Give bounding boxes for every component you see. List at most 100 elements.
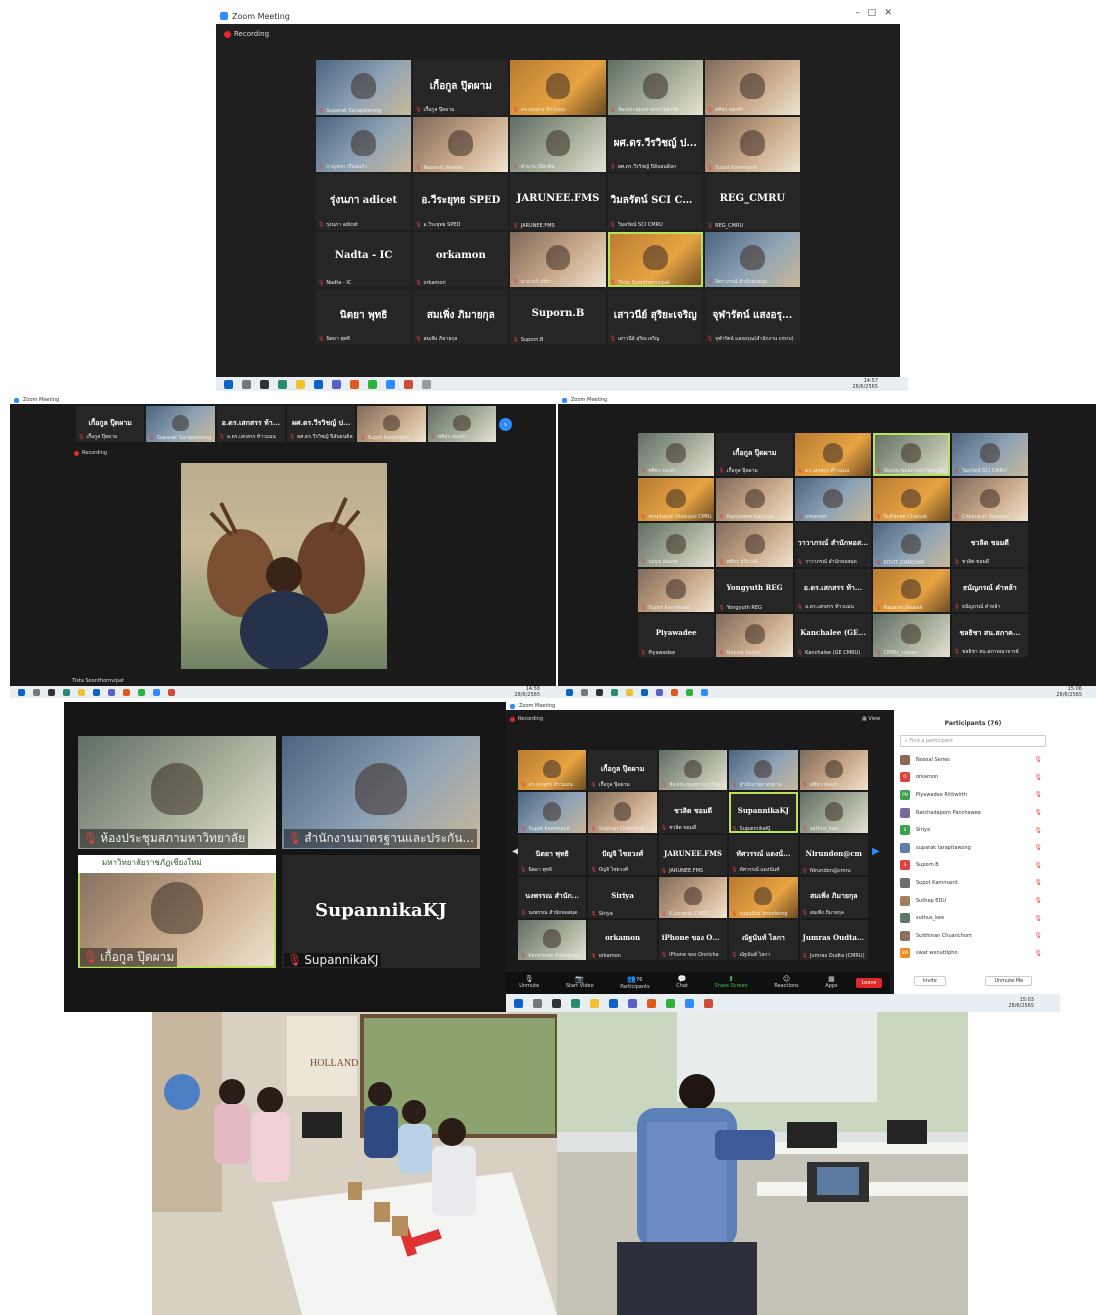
participant-tile[interactable]: 🎙 Kanthinee Ruengsak [518, 919, 587, 960]
participant-tile[interactable]: 🎙 Kanyawee Kalasuk [716, 478, 793, 522]
search-icon[interactable] [581, 688, 588, 696]
windows-start-icon[interactable] [566, 688, 573, 696]
search-icon[interactable] [533, 998, 542, 1008]
office-icon[interactable] [350, 379, 359, 389]
participant-tile[interactable]: เกื้อกูล ปุ๊ดผาม 🎙 เกื้อกูล ปุ๊ดผาม [413, 60, 509, 116]
participant-tile[interactable]: orkamon 🎙 orkamon [588, 919, 657, 960]
participant-tile[interactable]: 🎙 ดร.เสกสรร ท้าวแมน [794, 433, 872, 477]
mail-icon[interactable] [609, 998, 618, 1008]
teams-icon[interactable] [332, 379, 341, 389]
participant-tile[interactable]: 🎙 ห้องประชุมสภามหาวิทยาลัย [873, 433, 950, 477]
participant-tile[interactable]: 🎙 CMRU_sriwan [873, 613, 950, 657]
participant-tile[interactable]: 🎙 Supot Kammanit [704, 117, 800, 173]
edge-icon[interactable] [63, 688, 70, 696]
participant-tile[interactable]: 🎙 ดร.เสกสรร ท้าวแมน [518, 750, 587, 791]
participant-tile[interactable]: Nadta - IC 🎙 Nadta - IC [316, 231, 412, 287]
search-icon[interactable] [33, 688, 40, 696]
edge-icon[interactable] [611, 688, 618, 696]
participant-search-input[interactable]: ⌕ Find a participant [900, 735, 1046, 747]
participant-tile[interactable]: 🎙 Noosai Series [716, 613, 793, 657]
participant-tile[interactable]: เกื้อกูล ปุ๊ดผาม 🎙 เกื้อกูล ปุ๊ดผาม [588, 750, 657, 791]
chrome-icon[interactable] [404, 379, 413, 389]
participant-list-item[interactable]: PN Piyawadee Rittiwirth 🎙 [894, 786, 1052, 804]
maximize-icon[interactable]: □ [867, 8, 876, 18]
task-view-icon[interactable] [260, 379, 269, 389]
unmute-me-button[interactable]: Unmute Me [985, 976, 1033, 986]
office-icon[interactable] [647, 998, 656, 1008]
participant-tile[interactable]: Suporn.B 🎙 Suporn.B [510, 288, 606, 344]
next-page-button[interactable]: › [499, 418, 512, 431]
participant-tile[interactable]: ธนัญภรณ์ คำหล้า 🎙 ธนัญภรณ์ คำหล้า [951, 568, 1028, 612]
windows-start-icon[interactable] [18, 688, 25, 696]
participant-tile[interactable]: JARUNEE.FMS 🎙 JARUNEE.FMS [510, 174, 606, 230]
zoom-app-icon[interactable] [685, 998, 694, 1008]
participant-tile[interactable]: 🎙 Naparat Jiwalak [413, 117, 509, 173]
participant-tile[interactable]: ปัญจิ ไชยวงศ์ 🎙 ปัญจิ ไชยวงศ์ [588, 834, 657, 876]
folder-icon[interactable] [590, 998, 599, 1008]
participant-list-item[interactable]: Suthep EDU 🎙 [894, 892, 1052, 910]
participant-tile[interactable]: 🎙 supattra boonlerng [729, 877, 798, 918]
participant-tile[interactable]: 🎙 KOVIT JOMKHAM [873, 523, 950, 567]
participant-tile[interactable]: orkamon 🎙 orkamon [413, 231, 509, 287]
line-icon[interactable] [686, 688, 693, 696]
participant-tile[interactable]: อ.ดร.เสกสรร ท้า... 🎙 อ.ดร.เสกสรร ท้าวแมน [216, 406, 285, 442]
participant-tile[interactable]: JARUNEE.FMS 🎙 JARUNEE.FMS [658, 834, 728, 876]
unmute-button[interactable]: 🎙 Unmute [519, 976, 539, 990]
participant-tile[interactable]: สมเพิ่ง ภิมายกุล 🎙 สมเพิ่ง ภิมายกุล [799, 877, 868, 918]
participant-tile[interactable]: 🎙 สำนักงานมาตรฐาน [729, 750, 798, 791]
participant-tile[interactable]: นิตยา พุทธิ 🎙 นิตยา พุทธิ [518, 834, 587, 876]
participant-tile[interactable]: อ.ดร.เสกสรร ท้า... 🎙 อ.ดร.เสกสรร ท้าวแมน [794, 568, 872, 612]
folder-icon[interactable] [626, 688, 633, 696]
participant-tile[interactable]: เสาวนีย์ สุริยะเจริญ 🎙 เสาวนีย์ สุริยะเจริ… [607, 288, 703, 344]
participant-tile[interactable]: ผศ.ดร.วีรวิชญ์ ป... 🎙 ผศ.ดร.วีรวิชญ์ ปิลัน… [287, 406, 356, 442]
participant-list-item[interactable]: S Siriya 🎙 [894, 821, 1052, 839]
participant-tile[interactable]: 🎙 ศศิธร ทองคำ [638, 433, 715, 477]
participant-tile[interactable]: Piyawadee 🎙 Piyawadee [638, 613, 715, 657]
windows-start-icon[interactable] [224, 379, 233, 389]
participant-tile[interactable]: 🎙 Suparak Sarapalwong [146, 406, 215, 442]
task-view-icon[interactable] [596, 688, 603, 696]
office-icon[interactable] [123, 688, 130, 696]
participant-list-item[interactable]: suthus_kee 🎙 [894, 909, 1052, 927]
participant-tile[interactable]: 🎙 Sriphan Chanteng [588, 792, 657, 833]
search-icon[interactable] [242, 379, 251, 389]
participant-list-item[interactable]: Supot Kammanit 🎙 [894, 874, 1052, 892]
chrome-icon[interactable] [704, 998, 713, 1008]
participant-tile[interactable]: 🎙 ศศิธร ทองคำ [799, 750, 868, 791]
photos-icon[interactable] [422, 379, 431, 389]
participant-tile[interactable]: Jumras Oudta (... 🎙 Jumras Oudta (CMRU) [799, 919, 868, 960]
share-screen-button[interactable]: ⬆ Share Screen [715, 976, 748, 990]
start-video-button[interactable]: 📷 Start Video [566, 976, 594, 990]
invite-button[interactable]: Invite [913, 976, 946, 986]
participant-tile[interactable]: 🎙 วิมลรัตน์ SCI CMRU [951, 433, 1028, 477]
participant-tile[interactable]: 🎙 Chinnarat Sisuwan [951, 478, 1028, 522]
participants-button[interactable]: 👥76 Participants [620, 975, 649, 991]
participant-tile[interactable]: สมเพิ่ง ภิมายกุล 🎙 สมเพิ่ง ภิมายกุล [413, 288, 509, 344]
edge-icon[interactable] [278, 379, 287, 389]
folder-icon[interactable] [78, 688, 85, 696]
participant-tile[interactable]: จุฬารัตน์ แสงอรุ... 🎙 จุฬารัตน์ แสงอรุณ(สำ… [704, 288, 800, 344]
participant-tile[interactable]: ผศ.ดร.วีรวิชญ์ ป... 🎙 ผศ.ดร.วีรวิชญ์ ปิลัน… [607, 117, 703, 173]
participant-tile[interactable]: 🎙 ศศิธร ทองคำ [427, 406, 496, 442]
windows-start-icon[interactable] [514, 998, 523, 1008]
participant-tile[interactable]: Yongyuth REG 🎙 Yongyuth REG [716, 568, 793, 612]
mail-icon[interactable] [93, 688, 100, 696]
participant-tile[interactable]: Siriya 🎙 Siriya [588, 877, 657, 918]
participant-list-item[interactable]: Sutthinan Chuanchom 🎙 [894, 927, 1052, 945]
line-icon[interactable] [368, 379, 377, 389]
participant-list-item[interactable]: SW swat wenuttipho 🎙 [894, 945, 1052, 963]
participant-tile[interactable]: ชวลิต ชอมดี 🎙 ชวลิต ชอมดี [951, 523, 1028, 567]
participant-tile[interactable]: ชวลิต ชอมดี 🎙 ชวลิต ชอมดี [658, 792, 728, 833]
participant-tile[interactable]: รุ่งนภา adicet 🎙 รุ่งนภา adicet [316, 174, 412, 230]
participant-list-item[interactable]: S Suporn.B 🎙 [894, 857, 1052, 875]
minimize-icon[interactable]: – [856, 8, 861, 18]
participant-tile[interactable]: 🎙 sathus_kee [799, 792, 868, 833]
participant-tile[interactable]: SupannikaKJ 🎙 SupannikaKJ [282, 855, 480, 968]
participant-tile[interactable]: เกื้อกูล ปุ๊ดผาม 🎙 เกื้อกูล ปุ๊ดผาม [716, 433, 793, 477]
participant-list-item[interactable]: suparak tarapitawong 🎙 [894, 839, 1052, 857]
apps-button[interactable]: ▦ Apps [825, 976, 837, 990]
edge-icon[interactable] [571, 998, 580, 1008]
participant-tile[interactable]: 🎙 ศศิธร สุริยวงศ์ [716, 523, 793, 567]
participant-tile[interactable]: 🎙 ห้องประชุมสภามหาวิทยาลัย [658, 750, 728, 791]
participant-tile[interactable]: iPhone ของ On... 🎙 iPhone ของ Onnicha [658, 919, 728, 960]
